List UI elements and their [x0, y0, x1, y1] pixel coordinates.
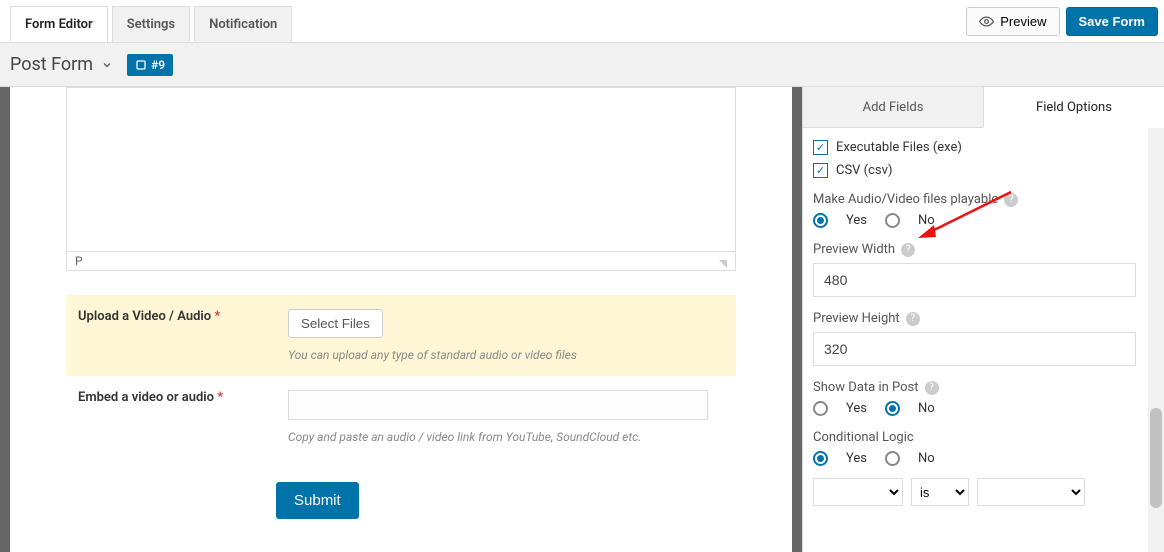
- cond-no-radio[interactable]: [885, 451, 900, 466]
- embed-label: Embed a video or audio: [78, 390, 214, 405]
- shortcode-icon: [135, 59, 147, 71]
- upload-field-block[interactable]: Upload a Video / Audio * Select Files Yo…: [66, 295, 736, 376]
- tab-notification[interactable]: Notification: [194, 6, 292, 42]
- playable-no-label: No: [918, 213, 935, 228]
- checkbox-exe-label: Executable Files (exe): [836, 140, 962, 155]
- scrollbar-thumb[interactable]: [1150, 408, 1162, 508]
- playable-yes-radio[interactable]: [813, 213, 828, 228]
- cond-value-select[interactable]: [977, 478, 1085, 506]
- save-form-button[interactable]: Save Form: [1066, 7, 1158, 36]
- rich-text-field[interactable]: P: [66, 87, 736, 271]
- options-sidebar: Add Fields Field Options ✓ Executable Fi…: [802, 87, 1164, 552]
- cond-field-select[interactable]: [813, 478, 903, 506]
- show-in-post-no-radio[interactable]: [885, 401, 900, 416]
- required-mark: *: [217, 390, 223, 405]
- checkbox-icon: ✓: [813, 140, 828, 155]
- select-files-button[interactable]: Select Files: [288, 309, 383, 338]
- form-id-label: #9: [151, 58, 165, 72]
- cond-yes-label: Yes: [846, 451, 867, 466]
- editor-canvas-wrap: P Upload a Video / Audio * Select Files …: [0, 87, 802, 552]
- help-icon[interactable]: ?: [925, 381, 939, 395]
- preview-height-label: Preview Height: [813, 311, 900, 326]
- embed-hint: Copy and paste an audio / video link fro…: [288, 430, 724, 444]
- preview-height-input[interactable]: [813, 332, 1136, 366]
- playable-no-radio[interactable]: [885, 213, 900, 228]
- checkbox-csv[interactable]: ✓ CSV (csv): [813, 163, 1136, 178]
- checkbox-exe[interactable]: ✓ Executable Files (exe): [813, 140, 1136, 155]
- form-title-dropdown[interactable]: Post Form: [10, 54, 113, 75]
- help-icon[interactable]: ?: [906, 312, 920, 326]
- sidebar-tab-add-fields[interactable]: Add Fields: [803, 87, 983, 128]
- show-in-post-yes-label: Yes: [846, 401, 867, 416]
- show-in-post-yes-radio[interactable]: [813, 401, 828, 416]
- help-icon[interactable]: ?: [901, 243, 915, 257]
- sidebar-scrollbar[interactable]: [1148, 128, 1164, 552]
- preview-width-input[interactable]: [813, 263, 1136, 297]
- show-in-post-label: Show Data in Post: [813, 380, 919, 395]
- resize-handle-icon[interactable]: [719, 260, 727, 268]
- embed-field-block[interactable]: Embed a video or audio * Copy and paste …: [66, 376, 736, 458]
- submit-button[interactable]: Submit: [276, 482, 359, 519]
- playable-label: Make Audio/Video files playable: [813, 192, 998, 207]
- help-icon[interactable]: ?: [1004, 193, 1018, 207]
- show-in-post-no-label: No: [918, 401, 935, 416]
- cond-no-label: No: [918, 451, 935, 466]
- upload-label: Upload a Video / Audio: [78, 309, 211, 324]
- rich-text-path: P: [75, 254, 83, 268]
- preview-width-label: Preview Width: [813, 242, 895, 257]
- chevron-down-icon: [101, 59, 113, 71]
- cond-yes-radio[interactable]: [813, 451, 828, 466]
- cond-op-select[interactable]: is: [911, 478, 969, 506]
- checkbox-csv-label: CSV (csv): [836, 163, 892, 178]
- upload-hint: You can upload any type of standard audi…: [288, 348, 724, 362]
- eye-icon: [979, 14, 994, 29]
- preview-label: Preview: [1000, 14, 1046, 29]
- form-id-chip[interactable]: #9: [127, 54, 173, 76]
- tab-settings[interactable]: Settings: [112, 6, 190, 42]
- preview-button[interactable]: Preview: [966, 7, 1059, 36]
- cond-logic-label: Conditional Logic: [813, 430, 914, 445]
- required-mark: *: [214, 309, 220, 324]
- top-tabs: Form Editor Settings Notification: [10, 0, 292, 42]
- tab-form-editor[interactable]: Form Editor: [10, 6, 108, 42]
- embed-input[interactable]: [288, 390, 708, 420]
- sidebar-tab-field-options[interactable]: Field Options: [983, 87, 1164, 128]
- playable-yes-label: Yes: [846, 213, 867, 228]
- checkbox-icon: ✓: [813, 163, 828, 178]
- form-title-label: Post Form: [10, 54, 93, 75]
